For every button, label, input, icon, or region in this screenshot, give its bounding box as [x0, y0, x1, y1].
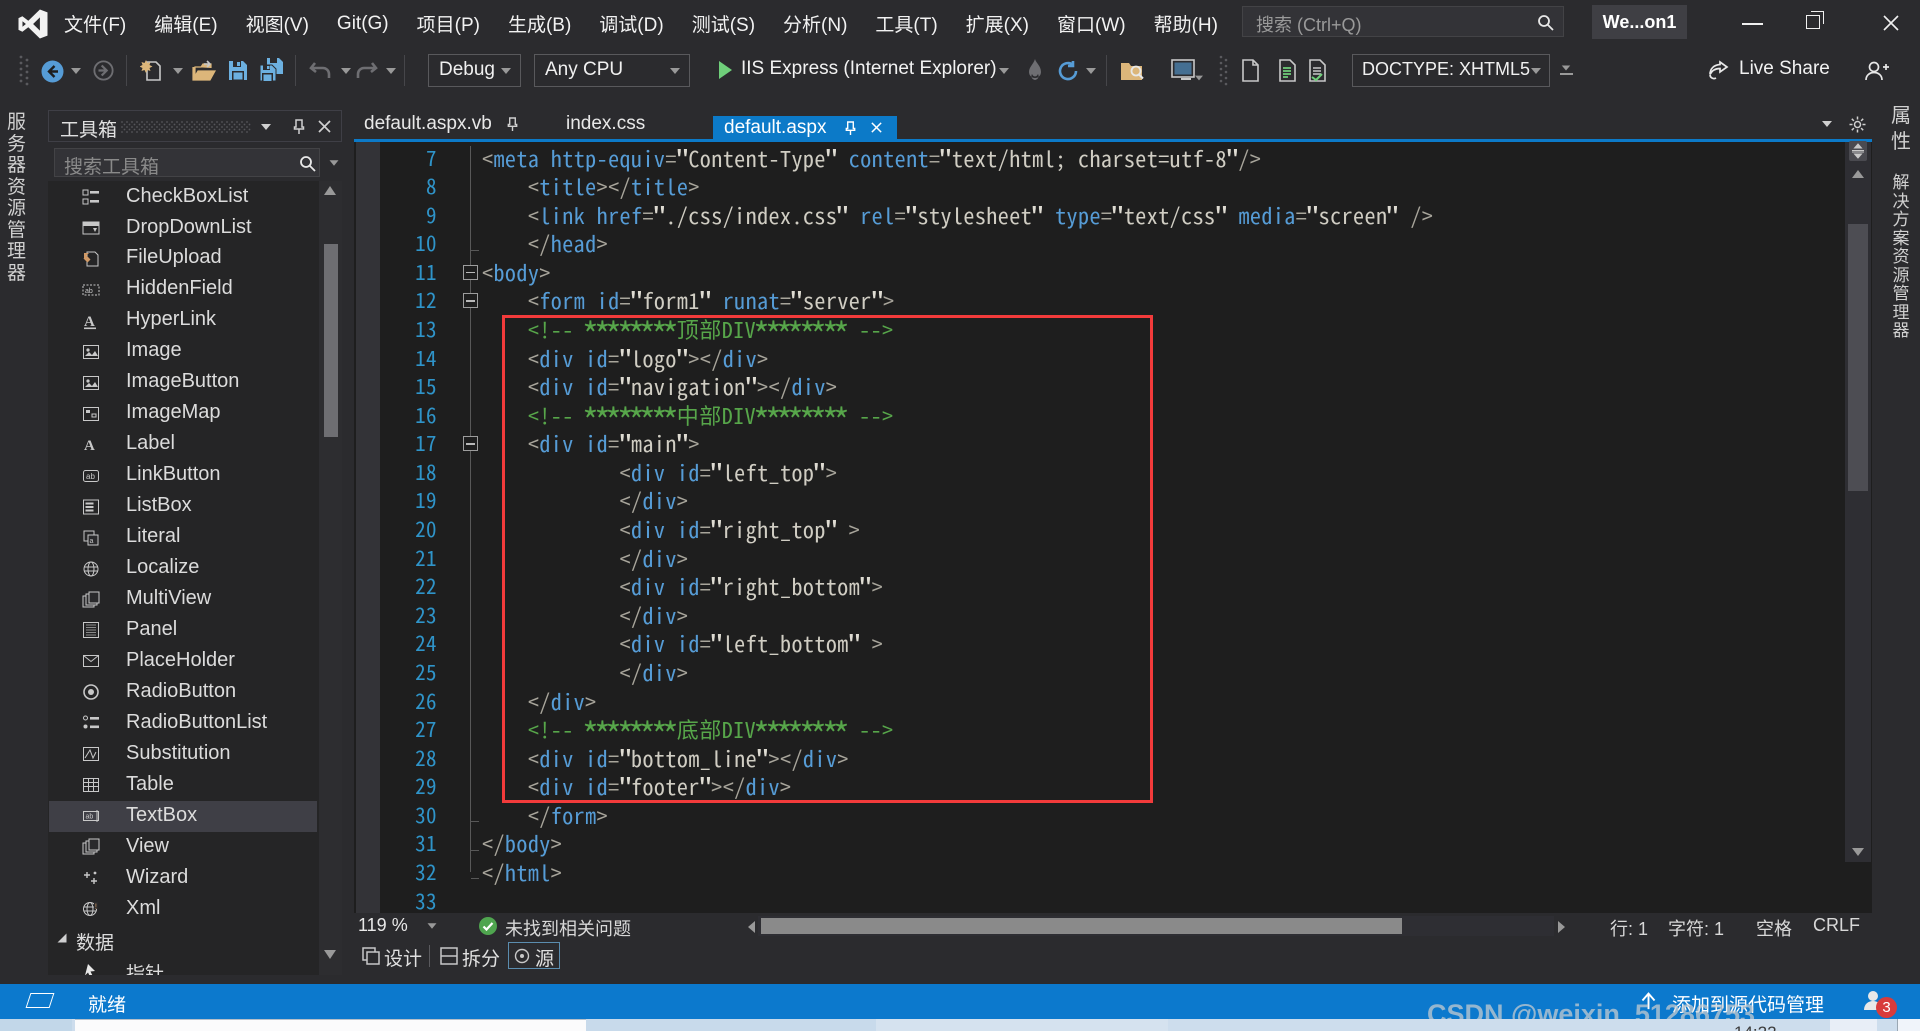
svg-text:ab: ab — [86, 814, 94, 821]
svg-text:a: a — [90, 538, 94, 545]
svg-text:ab: ab — [85, 288, 93, 295]
svg-text:ab: ab — [86, 472, 95, 481]
svg-text:!: ! — [94, 903, 99, 912]
svg-text:A: A — [84, 438, 95, 454]
